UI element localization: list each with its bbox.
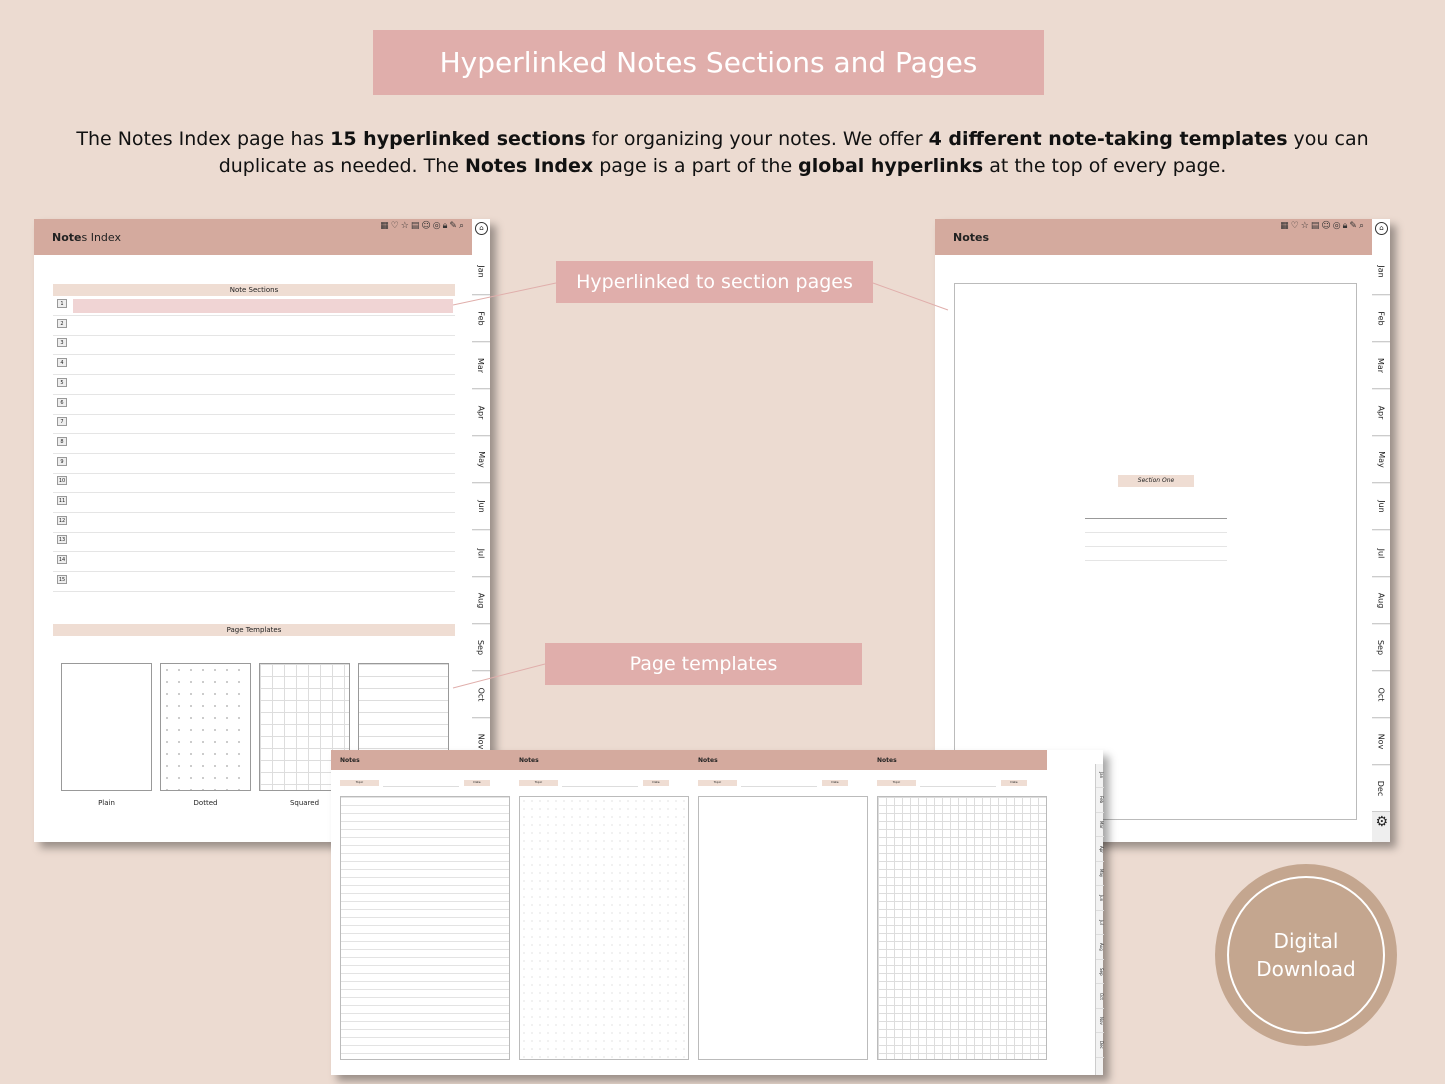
date-field[interactable]: Date — [464, 780, 490, 786]
date-field[interactable]: Date — [643, 780, 669, 786]
template-pages-strip: Notes Topic Date Notes Topic Date Notes Topic Da… — [331, 750, 1104, 1075]
topic-field[interactable]: Topic — [698, 780, 737, 786]
tab-mar[interactable]: Mar — [1096, 813, 1104, 837]
tab-jan[interactable]: Jan — [1096, 764, 1104, 788]
notes-area[interactable] — [340, 796, 510, 1060]
digital-download-badge: Digital Download — [1215, 864, 1397, 1046]
tab-feb[interactable]: Feb — [1096, 789, 1104, 813]
tab-aug[interactable]: Aug — [1096, 936, 1104, 960]
tab-oct[interactable]: Oct — [1096, 985, 1104, 1009]
page-title: Notes — [331, 750, 510, 770]
template-page-squared: Notes Topic Date — [868, 750, 1047, 1075]
date-field[interactable]: Date — [1001, 780, 1027, 786]
template-page-lined: Notes Topic Date — [331, 750, 510, 1075]
notes-area[interactable] — [877, 796, 1047, 1060]
month-tabs: JanFebMarAprMayJunJulAugSepOctNovDec — [1095, 764, 1104, 1075]
page-title: Notes — [868, 750, 1047, 770]
date-field[interactable]: Date — [822, 780, 848, 786]
notes-area[interactable] — [698, 796, 868, 1060]
page-title: Notes — [510, 750, 689, 770]
tab-nov[interactable]: Nov — [1096, 1009, 1104, 1033]
topic-field[interactable]: Topic — [340, 780, 379, 786]
template-page-plain: Notes Topic Date — [689, 750, 868, 1075]
topic-field[interactable]: Topic — [877, 780, 916, 786]
tab-apr[interactable]: Apr — [1096, 838, 1104, 862]
notes-area[interactable] — [519, 796, 689, 1060]
tab-dec[interactable]: Dec — [1096, 1034, 1104, 1058]
page-title: Notes — [689, 750, 868, 770]
tab-sep[interactable]: Sep — [1096, 960, 1104, 984]
tab-jul[interactable]: Jul — [1096, 911, 1104, 935]
topic-field[interactable]: Topic — [519, 780, 558, 786]
template-page-dotted: Notes Topic Date — [510, 750, 689, 1075]
tab-jun[interactable]: Jun — [1096, 887, 1104, 911]
tab-may[interactable]: May — [1096, 862, 1104, 886]
